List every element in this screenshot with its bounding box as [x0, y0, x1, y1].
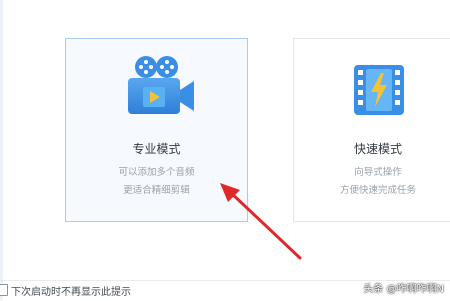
- professional-mode-desc-line-2: 更适合精细剪辑: [123, 185, 190, 196]
- dont-show-again-checkbox[interactable]: [0, 284, 8, 296]
- dont-show-again-label[interactable]: 下次启动时不再显示此提示: [11, 283, 131, 298]
- professional-mode-card[interactable]: 专业模式 可以添加多个音频 更适合精细剪辑: [65, 38, 248, 222]
- professional-mode-desc-line-1: 可以添加多个音频: [118, 167, 195, 178]
- quick-mode-desc-line-2: 方便快速完成任务: [339, 185, 416, 196]
- quick-mode-title: 快速模式: [353, 142, 402, 156]
- professional-mode-title: 专业模式: [132, 142, 181, 156]
- quick-mode-desc-line-1: 向导式操作: [354, 167, 402, 178]
- watermark: 头条 @咋啊咋啊N: [363, 284, 444, 295]
- window-left-edge: [0, 0, 3, 300]
- quick-mode-card[interactable]: 快速模式 向导式操作 方便快速完成任务: [293, 38, 450, 222]
- film-lightning-icon: [350, 59, 408, 119]
- video-camera-icon: [122, 53, 202, 121]
